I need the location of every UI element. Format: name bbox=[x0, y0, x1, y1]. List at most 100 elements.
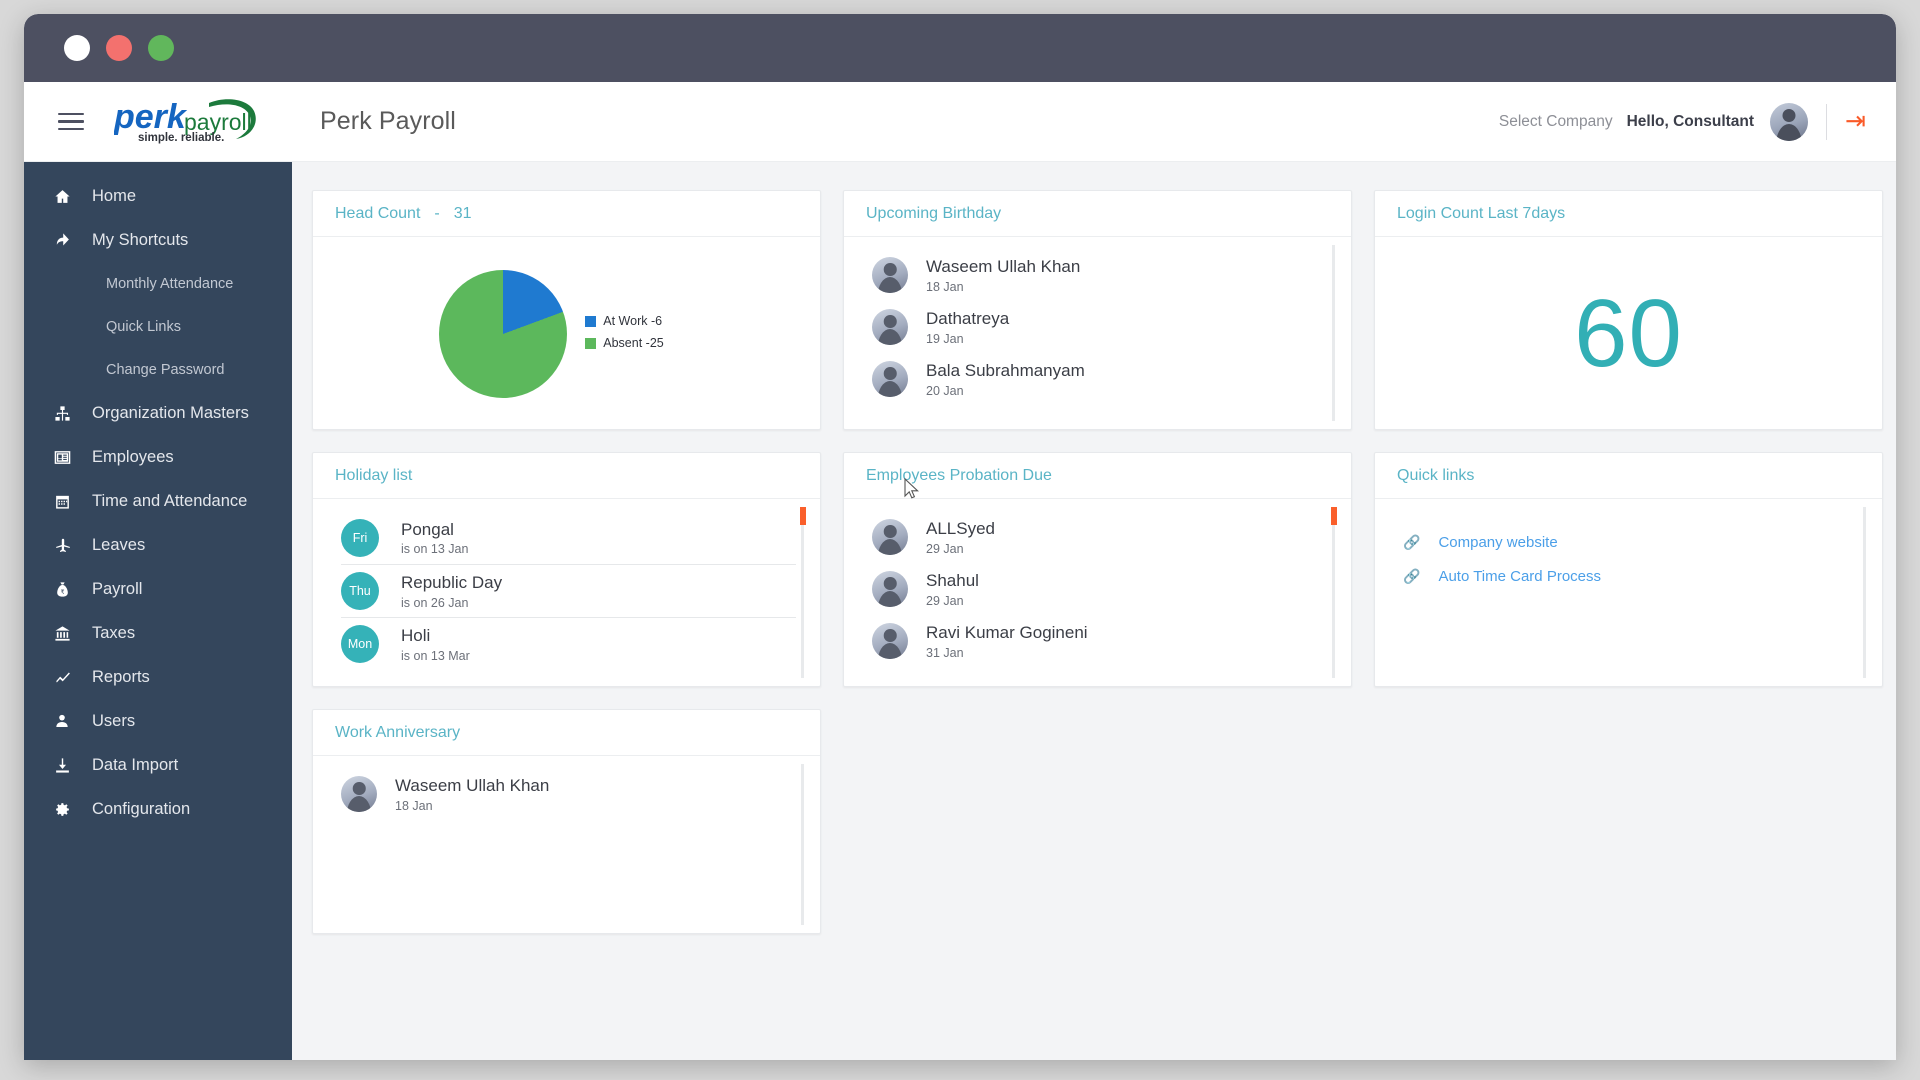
sidebar-item-label: Quick Links bbox=[106, 318, 181, 335]
legend-swatch-blue bbox=[585, 316, 597, 328]
chain-icon: 🔗 bbox=[1403, 567, 1421, 584]
scrollbar[interactable] bbox=[800, 507, 806, 678]
sidebar-item-label: Reports bbox=[92, 667, 150, 686]
list-item[interactable]: Bala Subrahmanyam 20 Jan bbox=[872, 353, 1327, 405]
scrollbar[interactable] bbox=[1332, 245, 1335, 421]
sidebar-item-payroll[interactable]: ₹ Payroll bbox=[24, 569, 292, 609]
app-body: Home My Shortcuts Monthly Attendance Qui… bbox=[24, 162, 1896, 1060]
sidebar-item-users[interactable]: Users bbox=[24, 701, 292, 741]
quick-link-auto-time-card-process[interactable]: Auto Time Card Process bbox=[1438, 568, 1601, 585]
sidebar-item-my-shortcuts[interactable]: My Shortcuts bbox=[24, 220, 292, 260]
card-header: Upcoming Birthday bbox=[844, 191, 1351, 237]
legend-item-absent: Absent -25 bbox=[585, 334, 664, 353]
sidebar-item-data-import[interactable]: Data Import bbox=[24, 745, 292, 785]
scrollbar[interactable] bbox=[801, 764, 804, 925]
day-badge: Thu bbox=[341, 572, 379, 610]
list-item[interactable]: Ravi Kumar Gogineni 31 Jan bbox=[872, 615, 1327, 667]
svg-text:perk: perk bbox=[114, 98, 188, 136]
list-item[interactable]: Waseem Ullah Khan 18 Jan bbox=[341, 768, 796, 820]
sidebar-item-monthly-attendance[interactable]: Monthly Attendance bbox=[24, 264, 292, 303]
sidebar-item-quick-links[interactable]: Quick Links bbox=[24, 307, 292, 346]
sidebar-item-organization-masters[interactable]: Organization Masters bbox=[24, 393, 292, 433]
sidebar-item-home[interactable]: Home bbox=[24, 176, 292, 216]
person-date: 29 Jan bbox=[926, 541, 964, 556]
list-item[interactable]: ALLSyed 29 Jan bbox=[872, 511, 1327, 563]
plane-icon bbox=[54, 536, 84, 554]
scrollbar[interactable] bbox=[1863, 507, 1866, 678]
card-body: ALLSyed 29 Jan Shahul 29 Jan Ravi Kumar … bbox=[844, 499, 1351, 686]
sidebar-item-leaves[interactable]: Leaves bbox=[24, 525, 292, 565]
divider bbox=[1826, 103, 1828, 140]
list-item[interactable]: Thu Republic Day is on 26 Jan bbox=[341, 564, 796, 617]
list-item[interactable]: Shahul 29 Jan bbox=[872, 563, 1327, 615]
avatar bbox=[872, 571, 908, 607]
window-button-close[interactable] bbox=[64, 35, 90, 61]
legend-label: Absent -25 bbox=[603, 336, 664, 350]
person-name: Bala Subrahmanyam bbox=[926, 361, 1085, 381]
avatar bbox=[872, 623, 908, 659]
list-item[interactable]: 🔗 Auto Time Card Process bbox=[1403, 559, 1882, 593]
scrollbar[interactable] bbox=[1331, 507, 1337, 678]
app-header: perk payroll simple. reliable. Perk Payr… bbox=[24, 82, 1896, 162]
list-item[interactable]: 🔗 Company website bbox=[1403, 525, 1882, 559]
window-titlebar bbox=[24, 14, 1896, 82]
card-body: Waseem Ullah Khan 18 Jan bbox=[313, 756, 820, 933]
list-item[interactable]: Dathatreya 19 Jan bbox=[872, 301, 1327, 353]
hamburger-icon[interactable] bbox=[58, 112, 84, 131]
user-icon bbox=[54, 713, 84, 729]
sidebar-item-configuration[interactable]: Configuration bbox=[24, 789, 292, 829]
select-company-button[interactable]: Select Company bbox=[1499, 113, 1613, 131]
list-item[interactable]: Mon Holi is on 13 Mar bbox=[341, 617, 796, 670]
card-login-count: Login Count Last 7days 60 bbox=[1374, 190, 1883, 430]
sidebar: Home My Shortcuts Monthly Attendance Qui… bbox=[24, 162, 292, 1060]
sidebar-item-time-and-attendance[interactable]: Time and Attendance bbox=[24, 481, 292, 521]
gear-icon bbox=[54, 801, 84, 818]
sidebar-item-label: Time and Attendance bbox=[92, 491, 248, 510]
pie-chart[interactable] bbox=[439, 270, 568, 398]
person-date: 18 Jan bbox=[926, 279, 964, 294]
line-chart-icon bbox=[54, 668, 84, 686]
logout-icon[interactable]: ⇥ bbox=[1845, 109, 1866, 134]
list-item[interactable]: Waseem Ullah Khan 18 Jan bbox=[872, 249, 1327, 301]
sidebar-item-change-password[interactable]: Change Password bbox=[24, 350, 292, 389]
card-header: Employees Probation Due bbox=[844, 453, 1351, 499]
holiday-list: Fri Pongal is on 13 Jan Thu Republic Day bbox=[313, 511, 820, 670]
holiday-date: is on 26 Jan bbox=[401, 595, 469, 610]
sidebar-item-employees[interactable]: Employees bbox=[24, 437, 292, 477]
avatar bbox=[341, 776, 377, 812]
card-holiday-list: Holiday list Fri Pongal is on 13 Jan Thu… bbox=[312, 452, 821, 687]
window-button-minimize[interactable] bbox=[106, 35, 132, 61]
holiday-name: Pongal bbox=[401, 519, 454, 539]
card-header: Quick links bbox=[1375, 453, 1882, 499]
logo-mark: perk payroll simple. reliable. bbox=[114, 98, 256, 144]
sidebar-item-label: Users bbox=[92, 711, 136, 730]
id-card-icon bbox=[54, 449, 84, 466]
avatar[interactable] bbox=[1770, 102, 1809, 141]
shortcut-icon bbox=[54, 232, 84, 249]
page-title: Perk Payroll bbox=[320, 107, 456, 135]
sidebar-item-label: Employees bbox=[92, 447, 174, 466]
dashboard-grid: Head Count - 31 At Work -6 Absent -25 Up… bbox=[312, 190, 1883, 934]
person-date: 18 Jan bbox=[395, 798, 433, 813]
download-icon bbox=[54, 757, 84, 774]
card-title: Employees Probation Due bbox=[866, 466, 1052, 484]
card-title: Quick links bbox=[1397, 466, 1475, 484]
quick-link-company-website[interactable]: Company website bbox=[1438, 534, 1557, 551]
chain-icon: 🔗 bbox=[1403, 533, 1421, 550]
person-name: Shahul bbox=[926, 571, 979, 591]
greeting-label: Hello, Consultant bbox=[1626, 112, 1755, 130]
app-window: perk payroll simple. reliable. Perk Payr… bbox=[24, 14, 1896, 1060]
card-title: Login Count Last 7days bbox=[1397, 204, 1566, 222]
sidebar-item-label: Configuration bbox=[92, 799, 191, 818]
sidebar-item-label: Data Import bbox=[92, 755, 179, 774]
sidebar-item-reports[interactable]: Reports bbox=[24, 657, 292, 697]
sidebar-item-taxes[interactable]: Taxes bbox=[24, 613, 292, 653]
window-button-maximize[interactable] bbox=[148, 35, 174, 61]
person-name: Waseem Ullah Khan bbox=[395, 776, 550, 796]
list-item[interactable]: Fri Pongal is on 13 Jan bbox=[341, 511, 796, 564]
birthday-list: Waseem Ullah Khan 18 Jan Dathatreya 19 J… bbox=[844, 249, 1351, 405]
home-icon bbox=[54, 188, 84, 205]
card-body: 🔗 Company website 🔗 Auto Time Card Proce… bbox=[1375, 499, 1882, 686]
holiday-name: Republic Day bbox=[401, 573, 503, 593]
svg-text:₹: ₹ bbox=[61, 588, 65, 595]
